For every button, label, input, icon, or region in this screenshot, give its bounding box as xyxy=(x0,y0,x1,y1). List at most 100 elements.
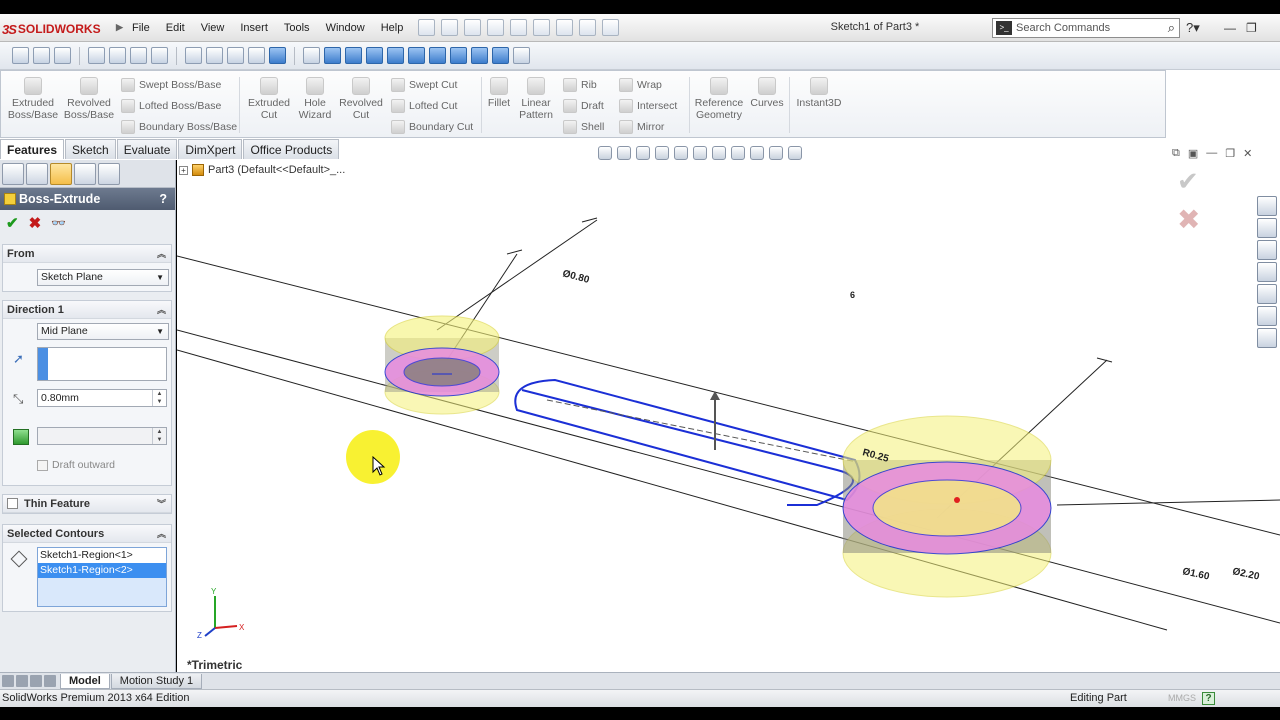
hide-show-items-icon[interactable] xyxy=(731,146,745,160)
large-cylinder[interactable] xyxy=(842,415,1052,598)
revolved-cut-button[interactable]: Revolved Cut xyxy=(337,77,385,121)
minimize-icon[interactable]: — xyxy=(1224,21,1236,35)
confirm-ok-icon[interactable]: ✔ xyxy=(1177,166,1199,196)
solidworks-logo[interactable]: 3S SOLIDWORKS ▶ xyxy=(2,18,123,40)
lofted-cut-button[interactable]: Lofted Cut xyxy=(391,99,457,113)
model-viewport[interactable]: Ø0.80 R0.25 Ø1.60 Ø2.20 6 Y X Z xyxy=(177,160,1280,672)
view-palette-icon[interactable] xyxy=(1257,284,1277,304)
view-orientation-icon[interactable] xyxy=(693,146,707,160)
menu-file[interactable]: File xyxy=(124,22,158,34)
appearances-icon[interactable] xyxy=(1257,306,1277,326)
design-library-icon[interactable] xyxy=(1257,218,1277,238)
status-units[interactable]: MMGS xyxy=(1168,690,1196,707)
last-tab-icon[interactable] xyxy=(44,675,56,687)
depth-input[interactable]: 0.80mm ▲ ▼ xyxy=(37,389,167,407)
menu-edit[interactable]: Edit xyxy=(158,22,193,34)
mirror-button[interactable]: Mirror xyxy=(619,120,664,134)
collapse-chevron-icon[interactable]: ︽ xyxy=(157,247,166,260)
minimize-icon[interactable]: — xyxy=(1206,147,1217,160)
wrap-button[interactable]: Wrap xyxy=(619,78,662,92)
swept-boss-button[interactable]: Swept Boss/Base xyxy=(121,78,221,92)
from-select[interactable]: Sketch Plane ▼ xyxy=(37,269,169,286)
first-tab-icon[interactable] xyxy=(2,675,14,687)
lofted-boss-button[interactable]: Lofted Boss/Base xyxy=(121,99,221,113)
zoom-to-fit-icon[interactable] xyxy=(598,146,612,160)
thin-feature-checkbox[interactable] xyxy=(7,498,18,509)
help-icon[interactable]: ?▾ xyxy=(1186,20,1200,36)
extruded-cut-button[interactable]: Extruded Cut xyxy=(245,77,293,121)
apply-scene-icon[interactable] xyxy=(769,146,783,160)
bottom-view-icon[interactable] xyxy=(429,47,446,64)
close-icon[interactable]: ✕ xyxy=(1243,147,1252,160)
list-item[interactable]: Sketch1-Region<2> xyxy=(38,563,166,578)
dynamic-annotation-icon[interactable] xyxy=(674,146,688,160)
end-condition-select[interactable]: Mid Plane ▼ xyxy=(37,323,169,340)
solidworks-resources-icon[interactable] xyxy=(1257,196,1277,216)
draft-on-off-icon[interactable] xyxy=(13,429,29,445)
section-view-icon[interactable] xyxy=(88,47,105,64)
reverse-direction-icon[interactable]: ➚ xyxy=(13,351,31,367)
view-orientation-icon[interactable] xyxy=(109,47,126,64)
menu-tools[interactable]: Tools xyxy=(276,22,318,34)
next-tab-icon[interactable] xyxy=(30,675,42,687)
dimension-diameter-1[interactable]: Ø1.60 xyxy=(1181,566,1210,583)
select-icon[interactable] xyxy=(533,19,550,36)
menu-insert[interactable]: Insert xyxy=(232,22,276,34)
draft-angle-input[interactable]: ▲ ▼ xyxy=(37,427,167,445)
display-style-icon[interactable] xyxy=(130,47,147,64)
dimension-diameter-top[interactable]: Ø0.80 xyxy=(561,268,591,286)
left-view-icon[interactable] xyxy=(366,47,383,64)
previous-view-icon[interactable] xyxy=(54,47,71,64)
dimension-diameter-2[interactable]: Ø2.20 xyxy=(1231,566,1260,583)
slot-sketch[interactable] xyxy=(514,378,861,506)
right-view-icon[interactable] xyxy=(387,47,404,64)
fillet-button[interactable]: Fillet xyxy=(485,77,513,109)
draft-outward-checkbox[interactable]: Draft outward xyxy=(37,459,115,471)
direction-reference-field[interactable] xyxy=(37,347,167,381)
custom-properties-icon[interactable] xyxy=(1257,328,1277,348)
extruded-boss-base-button[interactable]: Extruded Boss/Base xyxy=(7,77,59,121)
open-icon[interactable] xyxy=(441,19,458,36)
dimension-small-mark[interactable]: 6 xyxy=(850,290,855,300)
swept-cut-button[interactable]: Swept Cut xyxy=(391,78,457,92)
selected-contours-list[interactable]: Sketch1-Region<1> Sketch1-Region<2> xyxy=(37,547,167,607)
file-explorer-icon[interactable] xyxy=(1257,240,1277,260)
pan-icon[interactable] xyxy=(206,47,223,64)
list-item[interactable]: Sketch1-Region<1> xyxy=(38,548,166,563)
ok-check-icon[interactable]: ✔ xyxy=(6,214,19,232)
tile-icon[interactable]: ⧉ xyxy=(1172,147,1180,160)
property-manager-tab-icon[interactable] xyxy=(26,163,48,185)
graphics-area[interactable]: + Part3 (Default<<Default>_... Ø0.80 R0.… xyxy=(177,160,1280,672)
undo-icon[interactable] xyxy=(510,19,527,36)
expand-chevron-icon[interactable]: ︾ xyxy=(157,497,166,510)
roll-icon[interactable] xyxy=(227,47,244,64)
dimxpert-tab-icon[interactable] xyxy=(74,163,96,185)
rebuild-icon[interactable] xyxy=(556,19,573,36)
link-views-icon[interactable] xyxy=(513,47,530,64)
draft-button[interactable]: Draft xyxy=(563,99,604,113)
cascade-icon[interactable]: ▣ xyxy=(1188,147,1198,160)
rib-button[interactable]: Rib xyxy=(563,78,597,92)
menu-view[interactable]: View xyxy=(193,22,233,34)
view-settings-icon[interactable] xyxy=(248,47,265,64)
top-view-icon[interactable] xyxy=(408,47,425,64)
normal-to-icon[interactable] xyxy=(303,47,320,64)
logo-dropdown-arrow-icon[interactable]: ▶ xyxy=(116,22,123,33)
restore-icon[interactable]: ❐ xyxy=(1246,21,1257,35)
isometric-view-icon[interactable] xyxy=(450,47,467,64)
previous-view-icon[interactable] xyxy=(636,146,650,160)
trimetric-view-icon[interactable] xyxy=(471,47,488,64)
shell-button[interactable]: Shell xyxy=(563,120,604,134)
tab-motion-study[interactable]: Motion Study 1 xyxy=(110,673,203,689)
small-cylinder[interactable] xyxy=(384,315,500,415)
collapse-chevron-icon[interactable]: ︽ xyxy=(157,527,166,540)
display-manager-tab-icon[interactable] xyxy=(98,163,120,185)
hole-wizard-button[interactable]: Hole Wizard xyxy=(295,77,335,121)
boundary-boss-button[interactable]: Boundary Boss/Base xyxy=(121,120,237,134)
collapse-chevron-icon[interactable]: ︽ xyxy=(157,303,166,316)
help-icon[interactable]: ? xyxy=(159,192,167,206)
front-view-icon[interactable] xyxy=(324,47,341,64)
search-commands-input[interactable]: >_ Search Commands ⌕ xyxy=(992,18,1180,38)
spin-arrows-icon[interactable]: ▲ ▼ xyxy=(152,390,166,406)
save-icon[interactable] xyxy=(464,19,481,36)
